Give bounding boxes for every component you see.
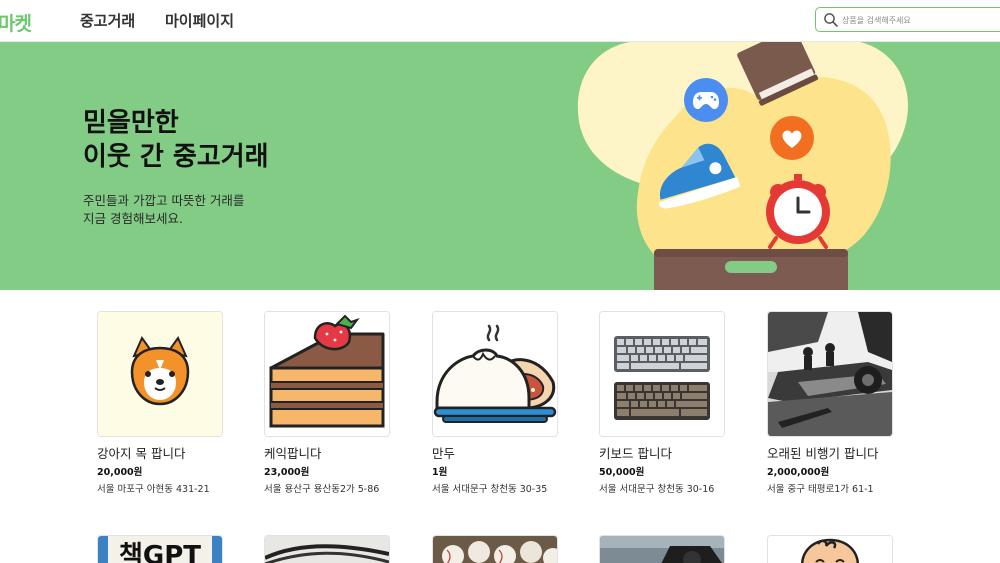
cable-photo	[265, 536, 389, 563]
product-image[interactable]	[767, 311, 893, 437]
product-image[interactable]	[599, 535, 725, 563]
product-title[interactable]: 오래된 비행기 팝니다	[767, 443, 878, 462]
keyboard-photo	[600, 312, 724, 436]
search-icon[interactable]	[823, 12, 839, 28]
hero-subtitle: 주민들과 가깝고 따뜻한 거래를 지금 경험해보세요.	[83, 193, 245, 226]
nav-my-page[interactable]: 마이페이지	[165, 10, 234, 31]
product-price: 23,000원	[264, 467, 310, 478]
dumpling-icon	[433, 312, 557, 436]
product-image[interactable]	[264, 535, 390, 563]
product-address: 서울 중구 태평로1가 61-1	[767, 484, 874, 495]
cake-icon	[265, 312, 389, 436]
book-photo: 책GPT	[98, 536, 222, 563]
baby-icon	[768, 536, 892, 563]
product-image[interactable]: 책GPT	[97, 535, 223, 563]
product-address: 서울 용산구 용산동2가 5-86	[264, 484, 380, 495]
product-image[interactable]	[97, 311, 223, 437]
camera-photo	[600, 536, 724, 563]
nav-used-trade[interactable]: 중고거래	[80, 10, 135, 31]
dog-icon	[98, 312, 222, 436]
product-address: 서울 마포구 아현동 431-21	[97, 484, 210, 495]
hero-banner: 믿을만한 이웃 간 중고거래 주민들과 가깝고 따뜻한 거래를 지금 경험해보세…	[0, 42, 1000, 290]
product-image[interactable]	[432, 311, 558, 437]
product-image[interactable]	[599, 311, 725, 437]
top-header: 마켓 중고거래 마이페이지	[0, 0, 1000, 42]
product-title[interactable]: 만두	[432, 443, 455, 462]
product-image[interactable]	[264, 311, 390, 437]
hero-title: 믿을만한 이웃 간 중고거래	[83, 108, 269, 172]
search-input[interactable]	[842, 11, 1000, 29]
book-title-text: 책GPT	[119, 541, 201, 563]
product-price: 1원	[432, 467, 448, 478]
product-price: 50,000원	[599, 467, 645, 478]
product-title[interactable]: 키보드 팝니다	[599, 443, 672, 462]
product-title[interactable]: 케익팝니다	[264, 443, 322, 462]
product-price: 2,000,000원	[767, 467, 830, 478]
product-title[interactable]: 강아지 목 팝니다	[97, 443, 185, 462]
product-image[interactable]	[432, 535, 558, 563]
logo[interactable]: 마켓	[0, 9, 32, 36]
product-address: 서울 서대문구 창천동 30-16	[599, 484, 715, 495]
baseballs-photo	[433, 536, 557, 563]
product-image[interactable]	[767, 535, 893, 563]
search-box[interactable]	[815, 7, 1000, 32]
airplane-photo	[768, 312, 892, 436]
product-address: 서울 서대문구 창천동 30-35	[432, 484, 548, 495]
product-price: 20,000원	[97, 467, 143, 478]
hero-illustration	[577, 42, 908, 290]
